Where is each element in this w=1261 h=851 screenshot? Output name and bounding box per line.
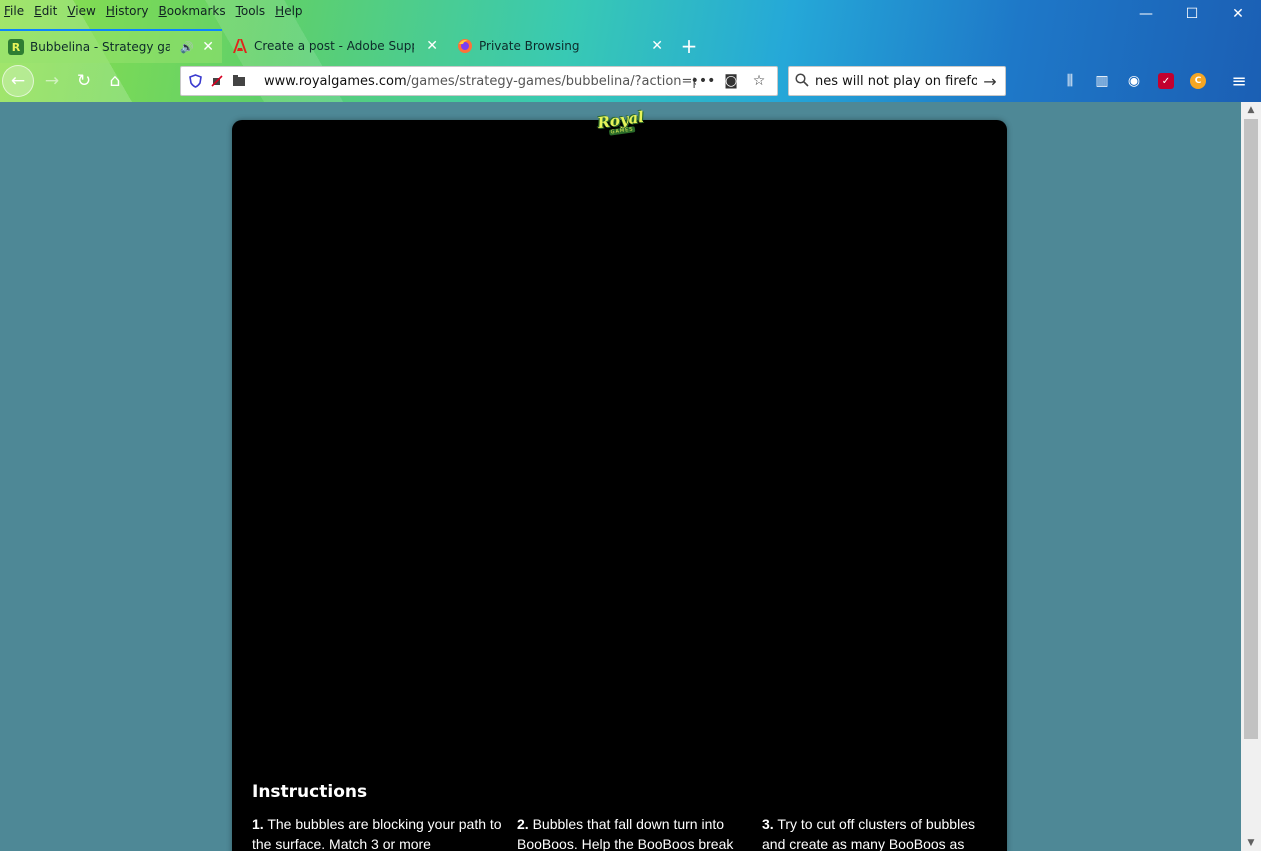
- menu-history[interactable]: History: [106, 4, 149, 18]
- close-tab-icon[interactable]: ✕: [202, 39, 214, 55]
- address-bar[interactable]: www.royalgames.com/games/strategy-games/…: [180, 66, 778, 96]
- tab-adobe-support[interactable]: Create a post - Adobe Support ✕: [224, 29, 446, 63]
- instructions-section: Instructions 1. The bubbles are blocking…: [252, 782, 992, 851]
- close-tab-icon[interactable]: ✕: [426, 38, 438, 54]
- speaker-icon[interactable]: 🔊: [180, 41, 194, 54]
- firefox-icon: [457, 38, 473, 54]
- url-text[interactable]: www.royalgames.com/games/strategy-games/…: [264, 74, 696, 89]
- menu-file[interactable]: File: [4, 4, 24, 18]
- tab-strip: R Bubbelina - Strategy game... 🔊 ✕ Creat…: [0, 29, 1261, 63]
- bookmark-star-icon[interactable]: ☆: [745, 70, 773, 92]
- step-number: 1.: [252, 816, 264, 832]
- menubar: File Edit View History Bookmarks Tools H…: [0, 0, 313, 22]
- page-info-icon[interactable]: [228, 70, 250, 92]
- forward-button[interactable]: →: [36, 65, 68, 97]
- instruction-step-2: 2. Bubbles that fall down turn into BooB…: [517, 814, 762, 851]
- toolbar-buttons: ⫼ ▥ ◉ ✓ C: [1054, 66, 1214, 96]
- back-button[interactable]: ←: [2, 65, 34, 97]
- instructions-columns: 1. The bubbles are blocking your path to…: [252, 814, 992, 851]
- navigation-toolbar: ← → ↻ ⌂ www.royalgames.com/games/strateg…: [0, 63, 1261, 102]
- close-tab-icon[interactable]: ✕: [651, 38, 663, 54]
- vertical-scrollbar[interactable]: ▲ ▼: [1241, 102, 1261, 851]
- royalgames-favicon-icon: R: [8, 39, 24, 55]
- instruction-step-3: 3. Try to cut off clusters of bubbles an…: [762, 814, 992, 851]
- menu-view[interactable]: View: [67, 4, 95, 18]
- instruction-step-1: 1. The bubbles are blocking your path to…: [252, 814, 517, 851]
- page-actions-icon[interactable]: •••: [689, 70, 717, 92]
- browser-chrome: File Edit View History Bookmarks Tools H…: [0, 0, 1261, 102]
- url-domain: www.royalgames.com: [264, 73, 407, 89]
- step-text: Try to cut off clusters of bubbles and c…: [762, 816, 975, 851]
- scrollbar-thumb[interactable]: [1244, 119, 1258, 739]
- step-number: 2.: [517, 816, 529, 832]
- hamburger-menu-icon[interactable]: ≡: [1223, 66, 1255, 96]
- pocket-icon[interactable]: ◙: [717, 70, 745, 92]
- menu-bookmarks[interactable]: Bookmarks: [159, 4, 226, 18]
- tab-private-browsing[interactable]: Private Browsing ✕: [449, 29, 671, 63]
- step-text: The bubbles are blocking your path to th…: [252, 816, 502, 851]
- step-number: 3.: [762, 816, 774, 832]
- library-icon[interactable]: ⫼: [1054, 66, 1086, 96]
- close-window-button[interactable]: ✕: [1215, 2, 1261, 26]
- window-controls: — ☐ ✕: [1123, 2, 1261, 26]
- menu-edit[interactable]: Edit: [34, 4, 57, 18]
- game-canvas[interactable]: Royal GAMES: [232, 107, 1007, 851]
- scroll-down-arrow-icon[interactable]: ▼: [1241, 835, 1261, 851]
- new-tab-button[interactable]: +: [677, 29, 701, 63]
- minimize-button[interactable]: —: [1123, 2, 1169, 26]
- account-icon[interactable]: ◉: [1118, 66, 1150, 96]
- tab-title: Create a post - Adobe Support: [254, 39, 414, 53]
- step-text: Bubbles that fall down turn into BooBoos…: [517, 816, 734, 851]
- extension-orange-icon[interactable]: C: [1182, 66, 1214, 96]
- royalgames-logo[interactable]: Royal GAMES: [594, 103, 648, 144]
- adobe-icon: [232, 38, 248, 54]
- instructions-heading: Instructions: [252, 782, 368, 802]
- tab-title: Private Browsing: [479, 39, 580, 53]
- maximize-button[interactable]: ☐: [1169, 2, 1215, 26]
- page-viewport: Royal GAMES Instructions 1. The bubbles …: [0, 102, 1241, 851]
- home-button[interactable]: ⌂: [99, 65, 131, 97]
- search-icon: [789, 72, 815, 90]
- extension-red-icon[interactable]: ✓: [1150, 66, 1182, 96]
- tracking-protection-shield-icon[interactable]: [184, 70, 206, 92]
- reload-button[interactable]: ↻: [68, 65, 100, 97]
- menu-help[interactable]: Help: [275, 4, 302, 18]
- tab-bubbelina[interactable]: R Bubbelina - Strategy game... 🔊 ✕: [0, 29, 222, 63]
- autoplay-blocked-icon[interactable]: [206, 70, 228, 92]
- scroll-up-arrow-icon[interactable]: ▲: [1241, 102, 1261, 118]
- sidebar-icon[interactable]: ▥: [1086, 66, 1118, 96]
- search-go-arrow-icon[interactable]: →: [977, 72, 1003, 91]
- url-path: /games/strategy-games/bubbelina/?action=…: [406, 73, 696, 89]
- tab-title: Bubbelina - Strategy game...: [30, 40, 170, 54]
- menu-tools[interactable]: Tools: [236, 4, 266, 18]
- search-bar[interactable]: nes will not play on firefox →: [788, 66, 1006, 96]
- search-input[interactable]: nes will not play on firefox: [815, 74, 977, 89]
